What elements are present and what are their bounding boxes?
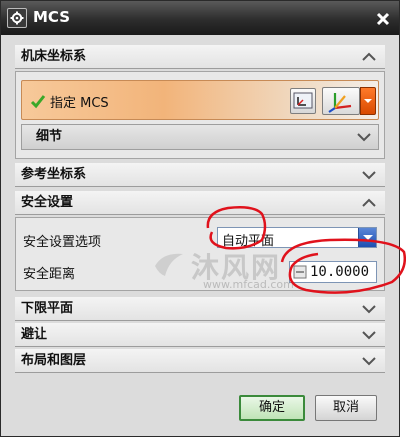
chevron-down-icon[interactable] (361, 327, 377, 343)
details-label: 细节 (36, 129, 63, 144)
section-title: 下限平面 (21, 301, 74, 316)
chevron-down-icon (364, 99, 372, 103)
section-title: 机床坐标系 (21, 49, 87, 64)
clearance-option-value: 自动平面 (222, 234, 275, 249)
clearance-option-select[interactable]: 自动平面 (217, 227, 377, 249)
csys-axes-icon (328, 93, 352, 113)
chevron-down-icon[interactable] (361, 353, 377, 369)
csys-button[interactable] (322, 87, 360, 115)
section-machine-cs[interactable]: 机床坐标系 (15, 45, 385, 69)
title-bar: MCS (1, 1, 399, 35)
clearance-distance-label: 安全距离 (23, 267, 76, 282)
section-avoidance[interactable]: 避让 (15, 323, 385, 347)
chevron-down-icon[interactable] (361, 167, 377, 183)
checkmark-icon (30, 95, 46, 109)
csys-dialog-button[interactable] (290, 88, 316, 114)
mcs-dialog: MCS 机床坐标系 指定 MCS 细节 参考坐标系 安全设置 安全设置选项 自动… (0, 0, 400, 437)
section-lower-limit[interactable]: 下限平面 (15, 297, 385, 321)
section-title: 安全设置 (21, 195, 74, 210)
gear-icon[interactable] (7, 8, 27, 28)
close-icon (376, 12, 390, 26)
specify-mcs-row[interactable]: 指定 MCS (21, 80, 379, 120)
close-button[interactable] (373, 9, 393, 29)
dropdown-arrow-icon[interactable] (358, 228, 376, 247)
chevron-up-icon[interactable] (361, 195, 377, 211)
section-title: 参考坐标系 (21, 167, 87, 182)
clearance-option-label: 安全设置选项 (23, 235, 102, 250)
specify-mcs-label: 指定 MCS (50, 96, 109, 111)
section-clearance[interactable]: 安全设置 (15, 191, 385, 215)
section-title: 布局和图层 (21, 353, 87, 368)
section-reference-cs[interactable]: 参考坐标系 (15, 163, 385, 187)
cancel-button[interactable]: 取消 (315, 395, 377, 421)
clearance-distance-field[interactable]: 10.0000 (289, 261, 377, 283)
ok-button[interactable]: 确定 (239, 395, 305, 421)
csys-dropdown-button[interactable] (360, 87, 376, 115)
csys-dialog-icon (293, 92, 313, 109)
section-title: 避让 (21, 327, 48, 342)
section-layout-layers[interactable]: 布局和图层 (15, 349, 385, 373)
chevron-up-icon[interactable] (361, 49, 377, 65)
distance-icon (293, 265, 307, 279)
chevron-down-icon[interactable] (361, 301, 377, 317)
details-subsection[interactable]: 细节 (21, 124, 379, 150)
clearance-distance-value: 10.0000 (310, 264, 370, 280)
chevron-down-icon[interactable] (356, 129, 372, 145)
window-title: MCS (33, 8, 71, 26)
